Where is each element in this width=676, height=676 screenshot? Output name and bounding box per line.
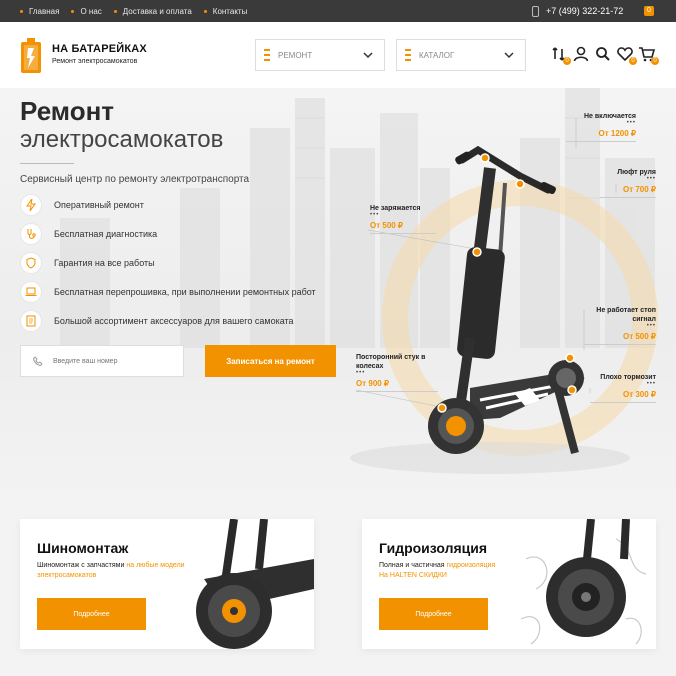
scooter-image — [355, 118, 617, 455]
repair-tag-stop-signal[interactable]: Не работает стоп сигнал ••• От 500 ₽ — [584, 306, 656, 345]
compare-count: 0 — [563, 57, 571, 65]
cart-icon[interactable]: 0 — [638, 45, 659, 65]
phone-icon — [532, 5, 539, 17]
repair-tag-no-charge[interactable]: Не заряжается ••• От 500 ₽ — [370, 204, 436, 234]
card-desc-text: Шиномонтаж с запчастями — [37, 562, 125, 569]
repair-tag-no-power[interactable]: Не включается ••• От 1200 ₽ — [566, 112, 636, 142]
card-desc-highlight: гидроизоляция — [446, 562, 496, 569]
repair-price: От 700 ₽ — [622, 185, 656, 194]
compare-icon[interactable]: 0 — [550, 45, 571, 65]
nav-link-contacts[interactable]: Контакты — [204, 7, 248, 16]
catalog-menu-label: КАТАЛОГ — [419, 50, 455, 60]
user-icon[interactable] — [572, 45, 590, 63]
tag-underline — [370, 233, 436, 234]
nav-link-delivery[interactable]: Доставка и оплата — [114, 7, 192, 16]
catalog-menu-button[interactable]: КАТАЛОГ — [396, 39, 526, 71]
card-desc-text: Полная и частичная — [379, 562, 445, 569]
tag-underline — [600, 197, 656, 198]
scooter-wheel-image — [196, 519, 314, 649]
menu-icon — [264, 49, 270, 61]
repair-price: От 500 ₽ — [370, 221, 404, 230]
repair-title: Не включается — [583, 113, 636, 120]
repair-tag-wheel-knock[interactable]: Посторонний стук в колесах ••• От 900 ₽ — [356, 353, 438, 392]
tag-underline — [356, 391, 438, 392]
dots-icon: ••• — [646, 323, 656, 329]
heart-icon[interactable]: 0 — [616, 45, 637, 65]
dots-icon: ••• — [356, 370, 366, 376]
repair-title: Не заряжается — [370, 205, 421, 212]
nav-link-about[interactable]: О нас — [71, 7, 101, 16]
dots-icon: ••• — [370, 212, 380, 218]
dots-icon: ••• — [646, 176, 656, 182]
repair-menu-button[interactable]: РЕМОНТ — [255, 39, 385, 71]
repair-title: Не работает стоп сигнал — [596, 307, 656, 323]
chevron-down-icon — [504, 52, 514, 59]
repair-title: Посторонний стук в колесах — [356, 354, 426, 370]
battery-logo-icon[interactable] — [20, 38, 42, 74]
tag-underline — [584, 344, 656, 345]
favorites-count: 0 — [629, 57, 637, 65]
chevron-down-icon — [363, 52, 373, 59]
repair-price: От 500 ₽ — [622, 332, 656, 341]
card-title: Гидроизоляция — [379, 540, 488, 556]
dots-icon: ••• — [626, 120, 636, 126]
repair-price: От 1200 ₽ — [598, 129, 636, 138]
logo-subtitle: Ремонт электросамокатов — [52, 58, 138, 65]
more-button[interactable]: Подробнее — [379, 598, 488, 630]
repair-tag-steering[interactable]: Люфт руля ••• От 700 ₽ — [600, 168, 656, 198]
header: НА БАТАРЕЙКАХ Ремонт электросамокатов РЕ… — [0, 22, 676, 88]
dots-icon: ••• — [646, 381, 656, 387]
top-nav: Главная О нас Доставка и оплата Контакты — [20, 0, 259, 22]
cart-count: 0 — [651, 57, 659, 65]
phone-link[interactable]: +7 (499) 322-21-72 — [532, 0, 623, 22]
topbar-badge[interactable]: 0 — [644, 6, 654, 16]
repair-tag-brakes[interactable]: Плохо тормозит ••• От 300 ₽ — [590, 373, 656, 403]
more-button[interactable]: Подробнее — [37, 598, 146, 630]
search-icon[interactable] — [594, 45, 612, 63]
nav-link-home[interactable]: Главная — [20, 7, 59, 16]
top-bar: Главная О нас Доставка и оплата Контакты… — [0, 0, 676, 22]
hero-section: Ремонт электросамокатов Сервисный центр … — [0, 88, 676, 500]
tag-underline — [566, 141, 636, 142]
card-title: Шиномонтаж — [37, 540, 129, 556]
card-desc-discount: На HALTEN СКИДКИ — [379, 572, 447, 579]
waterproof-wheel-image — [520, 519, 647, 645]
tag-underline — [590, 402, 656, 403]
repair-price: От 300 ₽ — [622, 390, 656, 399]
service-card-tires: Шиномонтаж Шиномонтаж с запчастями на лю… — [20, 519, 314, 649]
logo-title[interactable]: НА БАТАРЕЙКАХ — [52, 43, 147, 55]
repair-price: От 900 ₽ — [356, 379, 390, 388]
phone-number: +7 (499) 322-21-72 — [546, 6, 624, 16]
service-card-waterproofing: Гидроизоляция Полная и частичная гидроиз… — [362, 519, 656, 649]
repair-menu-label: РЕМОНТ — [278, 50, 313, 60]
menu-icon — [405, 49, 411, 61]
